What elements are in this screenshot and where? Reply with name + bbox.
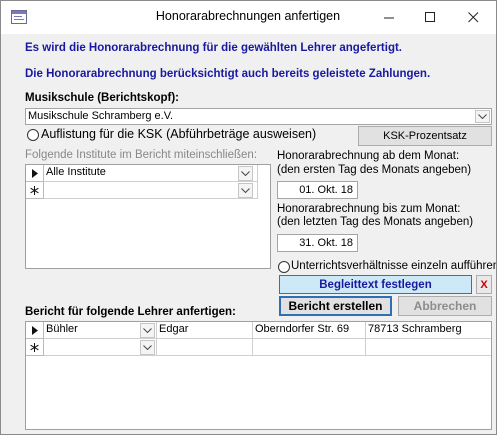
new-row-asterisk-icon[interactable] (26, 182, 44, 199)
minimize-icon (383, 17, 394, 18)
lehrer-vorname-cell[interactable]: Edgar (157, 322, 253, 339)
institute-new-cell[interactable] (44, 182, 258, 199)
ksk-radio[interactable] (27, 129, 39, 141)
lehrer-new-vorname-cell[interactable] (157, 339, 253, 356)
dialog-window: Honorarabrechnungen anfertigen Es wird d… (0, 0, 497, 435)
current-row-pointer-icon[interactable] (26, 322, 44, 339)
lehrer-ort-cell[interactable]: 78713 Schramberg (366, 322, 491, 339)
bis-datum-input[interactable]: 31. Okt. 18 (277, 234, 358, 252)
begleittext-clear-button[interactable]: X (476, 275, 492, 294)
new-row-asterisk-icon[interactable] (26, 339, 44, 356)
von-datum-input[interactable]: 01. Okt. 18 (277, 181, 358, 199)
begleittext-button[interactable]: Begleittext festlegen (279, 275, 472, 294)
musikschule-label: Musikschule (Berichtskopf): (25, 92, 179, 104)
bis-label: Honorarabrechnung bis zum Monat: (277, 203, 461, 215)
einzeln-radio[interactable] (278, 261, 290, 273)
info-message-1: Es wird die Honorarabrechnung für die ge… (25, 42, 403, 54)
abbrechen-button[interactable]: Abbrechen (398, 296, 492, 316)
bis-hint: (den letzten Tag des Monats angeben) (277, 216, 474, 228)
lehrer-grid[interactable]: Bühler Edgar Oberndorfer Str. 69 78713 S… (25, 321, 492, 430)
lehrer-strasse-cell[interactable]: Oberndorfer Str. 69 (253, 322, 366, 339)
chevron-down-icon[interactable] (238, 183, 253, 198)
institute-grid[interactable]: Alle Institute (25, 164, 271, 269)
title-bar: Honorarabrechnungen anfertigen (1, 1, 496, 34)
ksk-prozentsatz-button[interactable]: KSK-Prozentsatz (358, 126, 492, 146)
einzeln-label: Unterrichtsverhältnisse einzeln aufführe… (291, 260, 497, 272)
musikschule-combo[interactable]: Musikschule Schramberg e.V. (25, 108, 492, 125)
maximize-icon (424, 11, 435, 22)
form-body: Es wird die Honorarabrechnung für die ge… (1, 34, 496, 434)
lehrer-label: Bericht für folgende Lehrer anfertigen: (25, 306, 236, 318)
von-label: Honorarabrechnung ab dem Monat: (277, 150, 460, 162)
lehrer-new-strasse-cell[interactable] (253, 339, 366, 356)
chevron-down-icon[interactable] (140, 340, 155, 355)
minimize-button[interactable] (368, 1, 410, 33)
chevron-down-icon[interactable] (140, 323, 155, 338)
close-button[interactable] (452, 1, 494, 33)
institute-cell[interactable]: Alle Institute (44, 165, 258, 182)
chevron-down-icon[interactable] (475, 110, 490, 123)
lehrer-new-ort-cell[interactable] (366, 339, 491, 356)
current-row-pointer-icon[interactable] (26, 165, 44, 182)
von-hint: (den ersten Tag des Monats angeben) (277, 164, 472, 176)
ksk-radio-label: Auflistung für die KSK (Abführbeträge au… (41, 127, 317, 141)
musikschule-value: Musikschule Schramberg e.V. (28, 110, 174, 122)
institute-label: Folgende Institute im Bericht miteinschl… (25, 149, 258, 161)
close-icon (467, 11, 478, 22)
bericht-erstellen-button[interactable]: Bericht erstellen (279, 296, 392, 316)
chevron-down-icon[interactable] (238, 166, 253, 181)
info-message-2: Die Honorarabrechnung berücksichtigt auc… (25, 68, 431, 80)
maximize-button[interactable] (409, 1, 451, 33)
